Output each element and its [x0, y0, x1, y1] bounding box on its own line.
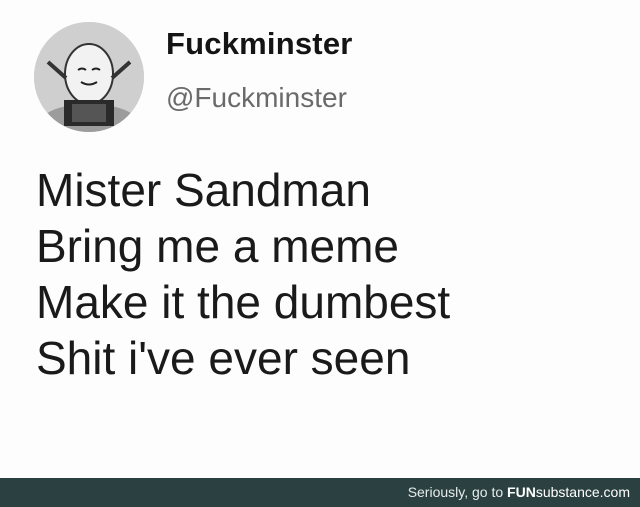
avatar[interactable] — [34, 22, 144, 132]
tweet-line: Shit i've ever seen — [36, 332, 411, 384]
egg-character-avatar-icon — [34, 22, 144, 132]
user-handle[interactable]: @Fuckminster — [166, 82, 347, 114]
watermark-brand-substance: substance — [535, 484, 600, 500]
tweet-line: Make it the dumbest — [36, 276, 451, 328]
tweet-card: Fuckminster @Fuckminster Mister Sandman … — [0, 0, 640, 478]
watermark-lead: Seriously, go to — [407, 484, 508, 500]
watermark-brand-tld: .com — [599, 484, 630, 500]
watermark-brand-fun: FUN — [507, 484, 536, 500]
tweet-text: Mister Sandman Bring me a meme Make it t… — [36, 162, 636, 386]
tweet-line: Mister Sandman — [36, 164, 371, 216]
watermark-bar: Seriously, go to FUNsubstance.com — [0, 478, 640, 507]
watermark[interactable]: Seriously, go to FUNsubstance.com — [408, 484, 630, 500]
tweet-line: Bring me a meme — [36, 220, 400, 272]
display-name[interactable]: Fuckminster — [166, 26, 353, 62]
